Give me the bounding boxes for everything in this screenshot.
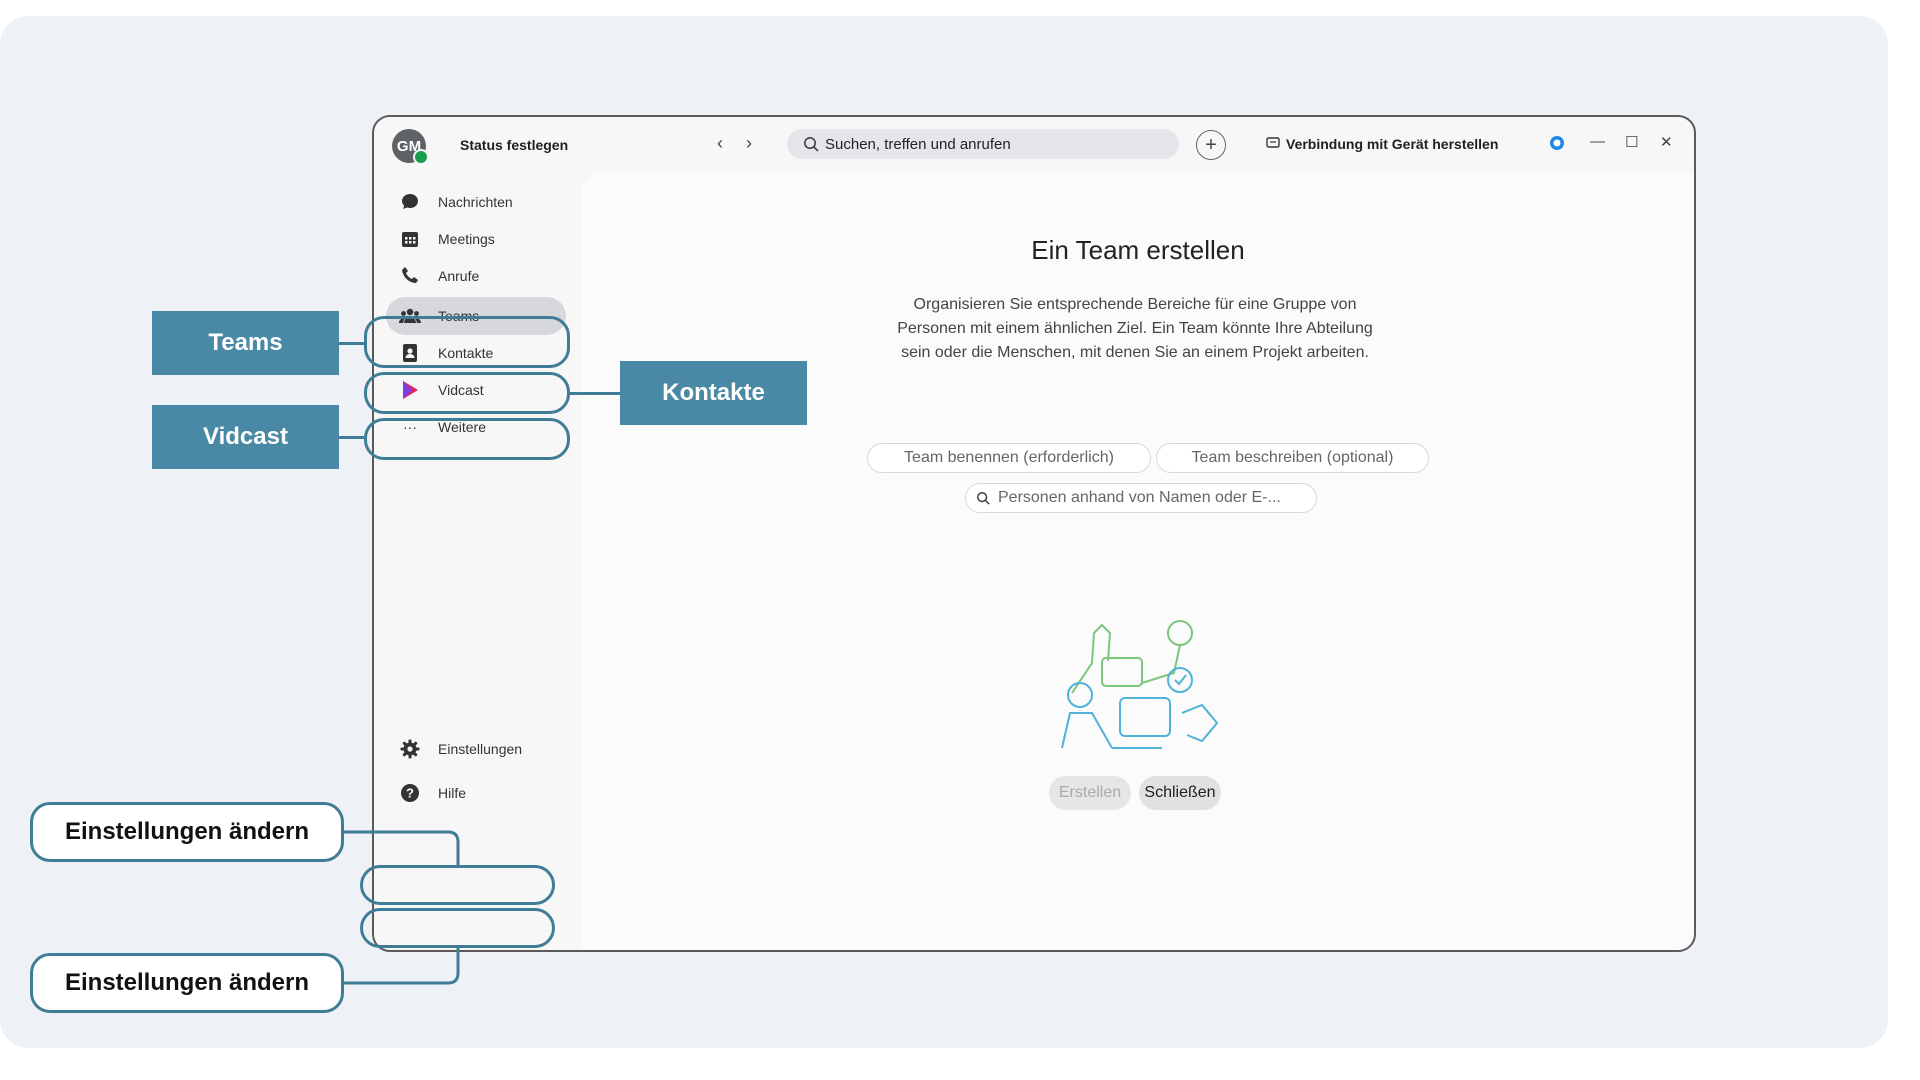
- callout-connectors: [344, 830, 460, 985]
